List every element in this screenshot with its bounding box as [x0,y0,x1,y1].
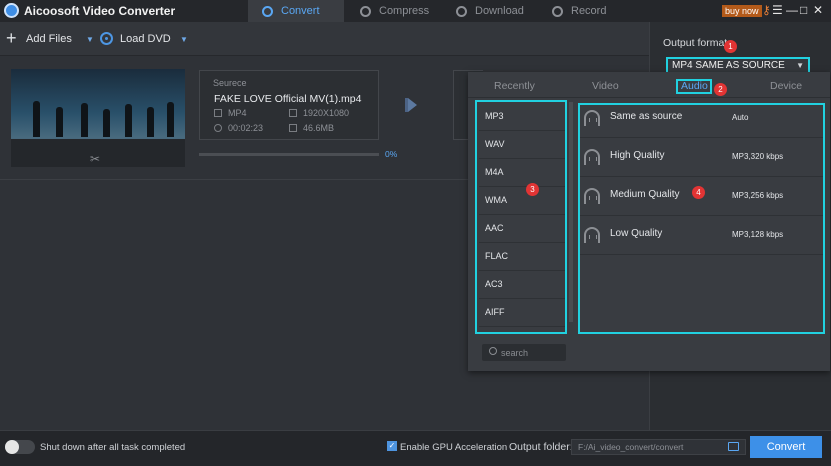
quality-row-same-as-source[interactable]: Same as source Auto [580,100,823,138]
tab-record[interactable]: Record [552,0,622,22]
tab-video[interactable]: Video [592,80,619,92]
quality-row-high[interactable]: High Quality MP3,320 kbps [580,139,823,177]
quality-row-low[interactable]: Low Quality MP3,128 kbps [580,217,823,255]
resolution-meta: 1920X1080 [289,108,349,118]
format-item-m4a[interactable]: M4A [485,167,504,177]
minimize-button[interactable]: — [786,3,798,17]
file-icon [214,109,222,117]
convert-icon [262,5,273,17]
chevron-down-icon: ▼ [796,61,804,70]
format-item-aac[interactable]: AAC [485,223,504,233]
search-icon [489,347,497,355]
output-folder-label: Output folder: [509,441,573,453]
callout-badge-2: 2 [714,83,727,96]
format-item-ac3[interactable]: AC3 [485,279,503,289]
compress-icon [360,5,371,17]
progress-percent: 0% [385,149,398,159]
gpu-label: Enable GPU Acceleration [400,442,508,453]
format-list[interactable]: MP3 WAV M4A WMA AAC FLAC AC3 AIFF [475,100,567,334]
menu-icon[interactable]: ☰ [772,3,783,17]
key-icon[interactable]: ⚷ [762,3,771,17]
format-list-scrollbar[interactable] [569,102,573,322]
close-button[interactable]: ✕ [813,3,823,17]
audio-tab-highlight [676,79,712,94]
scissor-icon[interactable]: ✂ [90,152,100,166]
callout-badge-1: 1 [724,40,737,53]
shutdown-label: Shut down after all task completed [40,442,186,453]
headphone-icon [584,149,600,165]
duration-meta: 00:02:23 [214,123,263,133]
format-meta: MP4 [214,108,247,118]
format-item-mp3[interactable]: MP3 [485,111,504,121]
folder-icon[interactable] [728,442,739,451]
resolution-icon [289,109,297,117]
callout-badge-3: 3 [526,183,539,196]
format-item-flac[interactable]: FLAC [485,251,508,261]
filesize-icon [289,124,297,132]
tab-download[interactable]: Download [456,0,536,22]
tab-convert[interactable]: Convert [248,0,344,22]
source-label: Seurece [213,78,247,88]
clock-icon [214,124,222,132]
output-format-label: Output format [663,37,728,49]
callout-badge-4: 4 [692,186,705,199]
tab-divider [468,97,830,98]
format-item-wav[interactable]: WAV [485,139,505,149]
file-name: FAKE LOVE Official MV(1).mp4 [214,93,362,105]
headphone-icon [584,227,600,243]
record-icon [552,5,563,17]
dvd-icon[interactable] [100,32,113,45]
search-placeholder: search [501,348,529,358]
app-logo-icon [4,3,19,18]
tab-device[interactable]: Device [770,80,802,92]
format-item-wma[interactable]: WMA [485,195,507,205]
progress-bar [199,153,379,156]
load-dvd-button[interactable]: Load DVD [120,33,171,45]
convert-arrow-head-icon [408,98,417,112]
output-folder-field[interactable]: F:/Ai_video_convert/convert [571,439,746,455]
maximize-button[interactable]: □ [800,3,807,17]
load-dvd-chevron-down-icon[interactable]: ▼ [180,35,188,44]
app-title: Aicoosoft Video Converter [24,4,176,18]
format-item-aiff[interactable]: AIFF [485,307,505,317]
download-icon [456,5,467,17]
convert-button[interactable]: Convert [750,436,822,458]
shutdown-toggle[interactable] [5,440,35,454]
tab-recently[interactable]: Recently [494,80,535,92]
plus-icon[interactable]: + [6,29,17,47]
tab-compress[interactable]: Compress [360,0,440,22]
buy-now-button[interactable]: buy now [722,5,762,17]
add-files-button[interactable]: Add Files [26,33,72,45]
headphone-icon [584,110,600,126]
headphone-icon [584,188,600,204]
toolbar [0,22,649,56]
gpu-checkbox[interactable]: ✓ [387,441,397,451]
add-files-chevron-down-icon[interactable]: ▼ [86,35,94,44]
size-meta: 46.6MB [289,123,334,133]
